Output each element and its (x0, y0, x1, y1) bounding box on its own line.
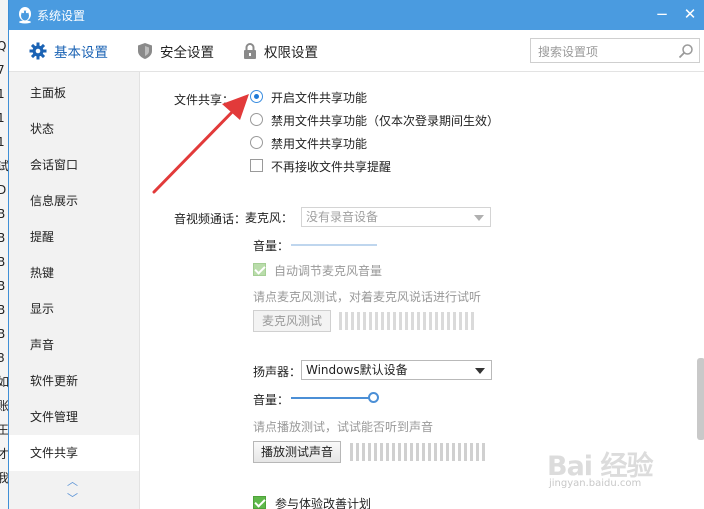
annotation-arrow-icon (152, 94, 249, 194)
